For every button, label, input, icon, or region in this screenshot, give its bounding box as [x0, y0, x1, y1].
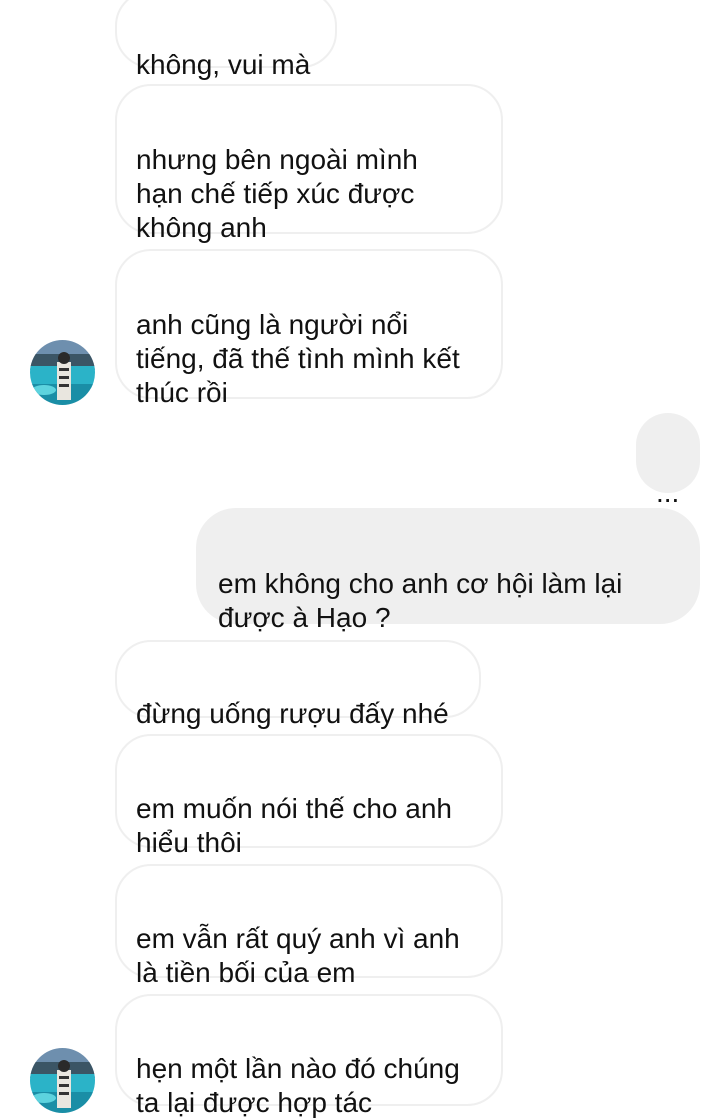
message-bubble-received[interactable]: hẹn một lần nào đó chúng ta lại được hợp…: [115, 994, 503, 1118]
message-text: em không cho anh cơ hội làm lại được à H…: [218, 568, 623, 633]
message-bubble-received[interactable]: đừng uống rượu đấy nhé: [115, 640, 481, 729]
message-text: hẹn một lần nào đó chúng ta lại được hợp…: [136, 1053, 460, 1118]
message-bubble-received[interactable]: không, vui mà: [115, 0, 337, 80]
contact-avatar[interactable]: [30, 1048, 95, 1113]
message-bubble-sent[interactable]: em không cho anh cơ hội làm lại được à H…: [196, 508, 700, 633]
message-text: không, vui mà: [136, 49, 311, 80]
message-text: ...: [656, 477, 680, 508]
message-bubble-received[interactable]: nhưng bên ngoài mình hạn chế tiếp xúc đư…: [115, 84, 503, 243]
profile-photo-icon: [30, 1048, 95, 1113]
profile-photo-icon: [30, 340, 95, 405]
message-text: em muốn nói thế cho anh hiểu thôi: [136, 793, 452, 858]
message-text: anh cũng là người nổi tiếng, đã thế tình…: [136, 309, 460, 408]
message-bubble-sent[interactable]: ...: [636, 413, 700, 508]
message-bubble-received[interactable]: anh cũng là người nổi tiếng, đã thế tình…: [115, 249, 503, 408]
message-text: đừng uống rượu đấy nhé: [136, 698, 449, 729]
message-bubble-received[interactable]: em muốn nói thế cho anh hiểu thôi: [115, 734, 503, 858]
message-text: em vẫn rất quý anh vì anh là tiền bối củ…: [136, 923, 460, 988]
message-bubble-received[interactable]: em vẫn rất quý anh vì anh là tiền bối củ…: [115, 864, 503, 988]
message-text: nhưng bên ngoài mình hạn chế tiếp xúc đư…: [136, 144, 418, 243]
contact-avatar[interactable]: [30, 340, 95, 405]
